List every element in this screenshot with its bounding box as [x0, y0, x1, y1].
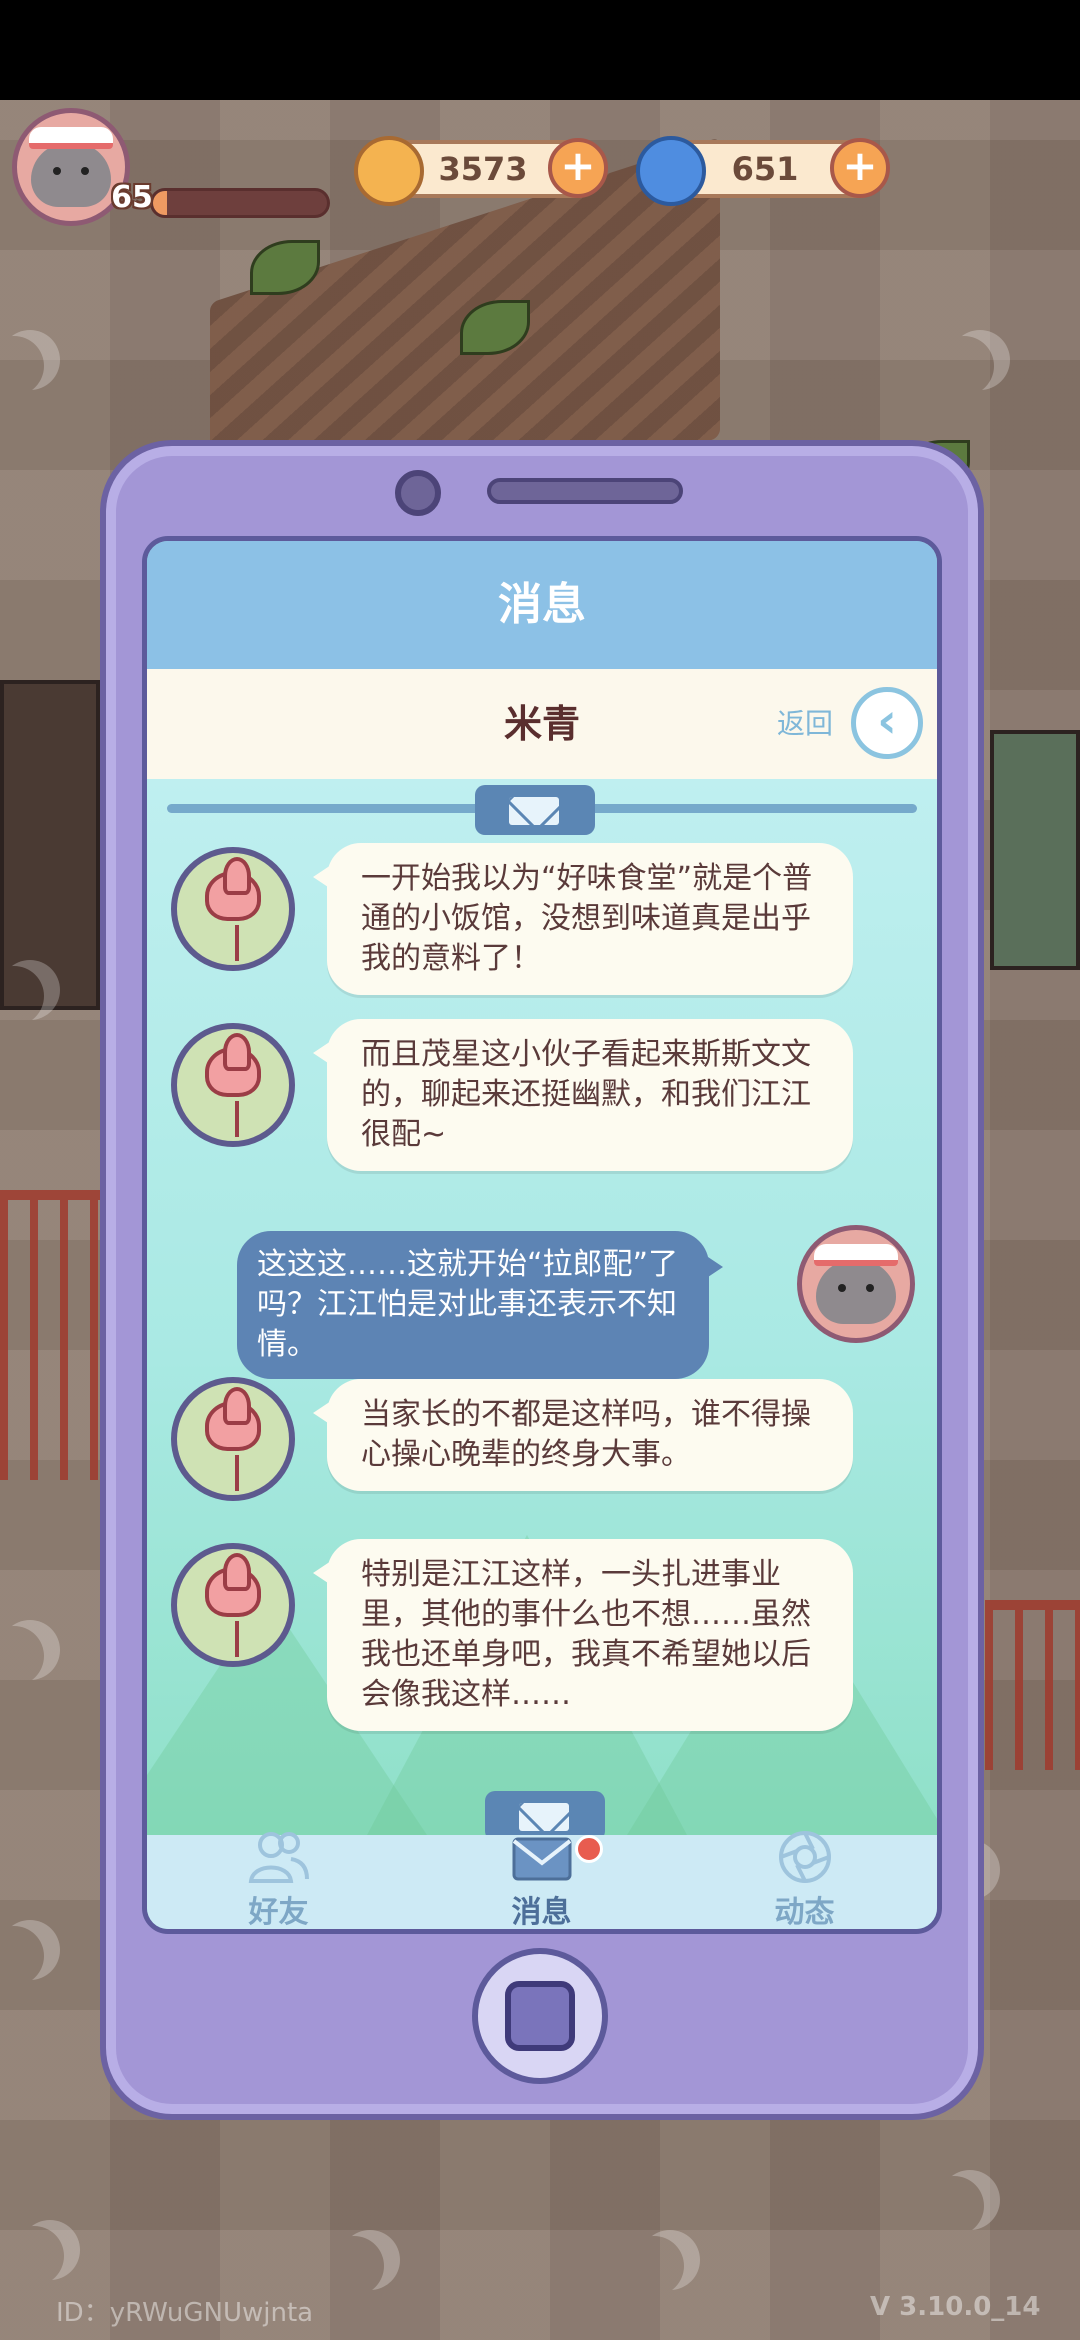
chevron-left-icon: ‹ — [877, 693, 897, 749]
xp-bar — [150, 188, 330, 218]
contact-avatar[interactable] — [171, 1023, 295, 1147]
moments-icon — [779, 1831, 831, 1883]
cat-avatar-icon — [31, 127, 111, 207]
tab-moments[interactable]: 动态 — [673, 1831, 936, 1930]
gold-currency: 3573 + — [354, 136, 608, 206]
lotus-icon — [205, 1387, 261, 1451]
phone-screen: 消息 米青 返回 ‹ 一开始我以为“好味食堂”就是个普通的小饭馆，没想到味道真是… — [142, 536, 942, 1934]
back-button[interactable]: ‹ — [851, 687, 923, 759]
chef-hat-icon — [814, 1244, 898, 1266]
gem-currency: 651 + — [636, 136, 890, 206]
moon-pattern-icon — [0, 1620, 60, 1680]
message-bubble-outgoing: 这这这……这就开始“拉郎配”了吗？江江怕是对此事还表示不知情。 — [237, 1231, 723, 1379]
level-badge: 65 — [111, 180, 153, 215]
phone-camera-icon — [395, 470, 441, 516]
envelope-icon — [519, 1803, 569, 1831]
tab-bar: 好友 消息 动态 — [147, 1831, 937, 1930]
gold-amount: 3573 — [438, 150, 528, 188]
gem-swirl-icon — [636, 136, 706, 206]
page-title: 消息 — [498, 579, 586, 630]
message-bubble-incoming: 特别是江江这样，一头扎进事业里，其他的事什么也不想……虽然我也还单身吧，我真不希… — [313, 1539, 853, 1731]
gold-coin-icon — [354, 136, 424, 206]
message-bubble-incoming: 一开始我以为“好味食堂”就是个普通的小饭馆，没想到味道真是出乎我的意料了！ — [313, 843, 853, 995]
tab-label: 消息 — [511, 1895, 572, 1930]
contact-avatar[interactable] — [171, 847, 295, 971]
mail-divider-tab — [475, 785, 595, 835]
tab-messages[interactable]: 消息 — [410, 1835, 673, 1929]
contact-avatar[interactable] — [171, 1377, 295, 1501]
lotus-icon — [205, 1033, 261, 1097]
moon-pattern-icon — [640, 2230, 700, 2290]
lotus-icon — [205, 857, 261, 921]
tab-label: 动态 — [774, 1895, 835, 1930]
status-bar — [0, 0, 1080, 100]
home-square-icon — [505, 1981, 575, 2051]
contact-avatar[interactable] — [171, 1543, 295, 1667]
tab-friends[interactable]: 好友 — [147, 1832, 410, 1930]
message-bubble-incoming: 而且茂星这小伙子看起来斯斯文文的，聊起来还挺幽默，和我们江江很配~ — [313, 1019, 853, 1171]
moon-pattern-icon — [20, 2220, 80, 2280]
chef-hat-icon — [29, 127, 113, 149]
moon-pattern-icon — [950, 330, 1010, 390]
chat-area[interactable]: 一开始我以为“好味食堂”就是个普通的小饭馆，没想到味道真是出乎我的意料了！ 而且… — [147, 779, 937, 1835]
add-gold-button[interactable]: + — [548, 138, 608, 198]
self-avatar[interactable] — [797, 1225, 915, 1343]
version-label: V 3.10.0_14 — [870, 2292, 1041, 2322]
moon-pattern-icon — [0, 330, 60, 390]
envelope-icon — [509, 797, 559, 825]
moon-pattern-icon — [940, 2170, 1000, 2230]
message-bubble-incoming: 当家长的不都是这样吗，谁不得操心操心晚辈的终身大事。 — [313, 1379, 853, 1491]
lotus-icon — [205, 1553, 261, 1617]
add-gem-button[interactable]: + — [830, 138, 890, 198]
moon-pattern-icon — [0, 960, 60, 1020]
tab-label: 好友 — [248, 1895, 309, 1930]
moon-pattern-icon — [0, 1920, 60, 1980]
back-label[interactable]: 返回 — [777, 669, 833, 779]
fence-decoration — [985, 1600, 1080, 1770]
cat-avatar-icon — [816, 1244, 896, 1324]
notification-dot — [575, 1835, 603, 1863]
mail-icon — [512, 1837, 572, 1881]
gem-amount: 651 — [731, 150, 799, 188]
moon-pattern-icon — [340, 2230, 400, 2290]
greenhouse-decoration — [990, 730, 1080, 970]
fence-decoration — [0, 1190, 100, 1480]
user-id: ID：yRWuGNUwjnta — [56, 2298, 314, 2328]
phone-speaker-icon — [487, 478, 683, 504]
shelf-decoration — [0, 680, 100, 1010]
friends-icon — [248, 1832, 309, 1883]
